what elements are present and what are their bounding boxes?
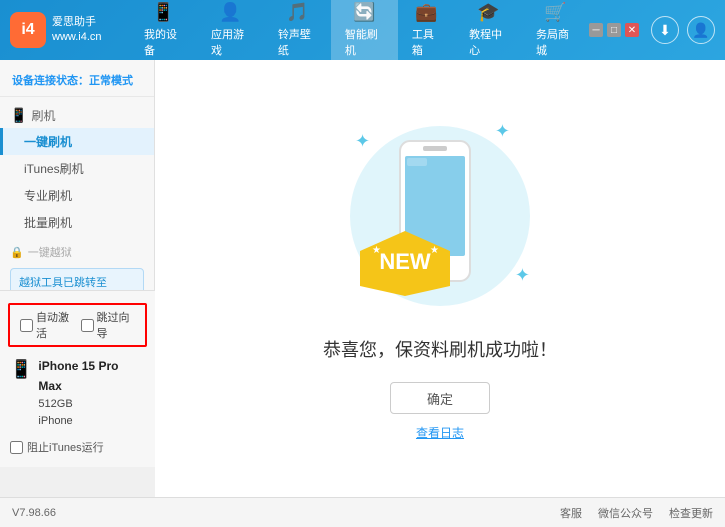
win-controls: ─ □ ✕ <box>589 23 639 37</box>
minimize-button[interactable]: ─ <box>589 23 603 37</box>
svg-text:★: ★ <box>372 245 381 256</box>
close-button[interactable]: ✕ <box>625 23 639 37</box>
sparkle-icon-2: ✦ <box>495 121 510 142</box>
checkbox-row: 自动激活 跳过向导 <box>8 303 147 347</box>
footer-check-update[interactable]: 检查更新 <box>669 505 713 521</box>
flash-section: 📱 刷机 一键刷机 iTunes刷机 专业刷机 批量刷机 <box>0 103 154 236</box>
app-footer: V7.98.66 客服 微信公众号 检查更新 <box>0 497 725 527</box>
device-info: 📱 iPhone 15 Pro Max 512GB iPhone <box>0 351 155 435</box>
flash-section-icon: 📱 <box>10 107 27 124</box>
sidebar-item-one-key-flash[interactable]: 一键刷机 <box>0 128 154 155</box>
jailbreak-disabled: 🔒 一键越狱 <box>0 240 154 264</box>
main-container: 设备连接状态：正常模式 📱 刷机 一键刷机 iTunes刷机 专业刷机 批量刷机 <box>0 60 725 497</box>
svg-text:NEW: NEW <box>379 249 431 274</box>
confirm-button[interactable]: 确定 <box>390 382 490 414</box>
sidebar-item-batch-flash[interactable]: 批量刷机 <box>0 209 154 236</box>
app-header: i4 爱思助手 www.i4.cn 📱 我的设备 👤 应用游戏 🎵 铃声壁纸 🔄… <box>0 0 725 60</box>
device-phone-icon: 📱 <box>10 359 32 380</box>
svg-text:★: ★ <box>430 245 439 256</box>
sparkle-icon-3: ✦ <box>515 265 530 286</box>
phone-illustration: ✦ ✦ ✦ NEW ★ ★ <box>340 116 540 316</box>
nav-toolbox[interactable]: 💼 工具箱 <box>398 0 455 64</box>
success-message: 恭喜您，保资料刷机成功啦！ <box>323 336 557 362</box>
flash-section-header: 📱 刷机 <box>0 103 154 128</box>
device-name: iPhone 15 Pro Max <box>38 357 145 395</box>
device-type: iPhone <box>38 413 145 431</box>
flash-icon: 🔄 <box>353 2 375 23</box>
stop-itunes-checkbox[interactable]: 阻止iTunes运行 <box>0 435 155 459</box>
services-icon: 🛒 <box>544 2 566 23</box>
nav-tutorials[interactable]: 🎓 教程中心 <box>455 0 522 64</box>
maximize-button[interactable]: □ <box>607 23 621 37</box>
footer-feedback[interactable]: 客服 <box>560 505 582 521</box>
main-nav: 📱 我的设备 👤 应用游戏 🎵 铃声壁纸 🔄 智能刷机 💼 工具箱 🎓 教程中心… <box>130 0 589 64</box>
sidebar-item-pro-flash[interactable]: 专业刷机 <box>0 182 154 209</box>
ringtone-icon: 🎵 <box>286 2 308 23</box>
content-area: ✦ ✦ ✦ NEW ★ ★ 恭喜您，保资料刷机成功啦！ 确定 <box>155 60 725 497</box>
footer-links: 客服 微信公众号 检查更新 <box>560 505 713 521</box>
logo-text: 爱思助手 www.i4.cn <box>52 15 102 46</box>
stop-itunes-input[interactable] <box>10 441 23 454</box>
view-log-link[interactable]: 查看日志 <box>416 424 464 441</box>
footer-version: V7.98.66 <box>12 507 540 519</box>
device-icon: 📱 <box>152 2 174 23</box>
toolbox-icon: 💼 <box>415 2 437 23</box>
sidebar-bottom: 自动激活 跳过向导 📱 iPhone 15 Pro Max 512GB iPho… <box>0 290 155 467</box>
download-button[interactable]: ⬇ <box>651 16 679 44</box>
app-logo: i4 <box>10 12 46 48</box>
skip-guide-input[interactable] <box>81 319 94 332</box>
skip-guide-checkbox[interactable]: 跳过向导 <box>81 309 136 341</box>
nav-apps-games[interactable]: 👤 应用游戏 <box>197 0 264 64</box>
nav-my-device[interactable]: 📱 我的设备 <box>130 0 197 64</box>
new-badge: NEW ★ ★ <box>360 231 450 296</box>
device-storage: 512GB <box>38 396 145 414</box>
auto-activate-input[interactable] <box>20 319 33 332</box>
sparkle-icon-1: ✦ <box>355 131 370 152</box>
logo-area: i4 爱思助手 www.i4.cn <box>10 12 130 48</box>
header-right: ─ □ ✕ ⬇ 👤 <box>589 16 715 44</box>
nav-services[interactable]: 🛒 务局商城 <box>522 0 589 64</box>
apps-icon: 👤 <box>219 2 241 23</box>
nav-smart-flash[interactable]: 🔄 智能刷机 <box>331 0 398 64</box>
nav-ringtones[interactable]: 🎵 铃声壁纸 <box>264 0 331 64</box>
tutorial-icon: 🎓 <box>477 2 499 23</box>
sidebar-item-itunes-flash[interactable]: iTunes刷机 <box>0 155 154 182</box>
auto-activate-checkbox[interactable]: 自动激活 <box>20 309 75 341</box>
lock-icon: 🔒 <box>10 246 24 259</box>
footer-wechat[interactable]: 微信公众号 <box>598 505 653 521</box>
sidebar-wrapper: 设备连接状态：正常模式 📱 刷机 一键刷机 iTunes刷机 专业刷机 批量刷机 <box>0 60 155 497</box>
account-button[interactable]: 👤 <box>687 16 715 44</box>
connection-status: 设备连接状态：正常模式 <box>0 68 154 97</box>
